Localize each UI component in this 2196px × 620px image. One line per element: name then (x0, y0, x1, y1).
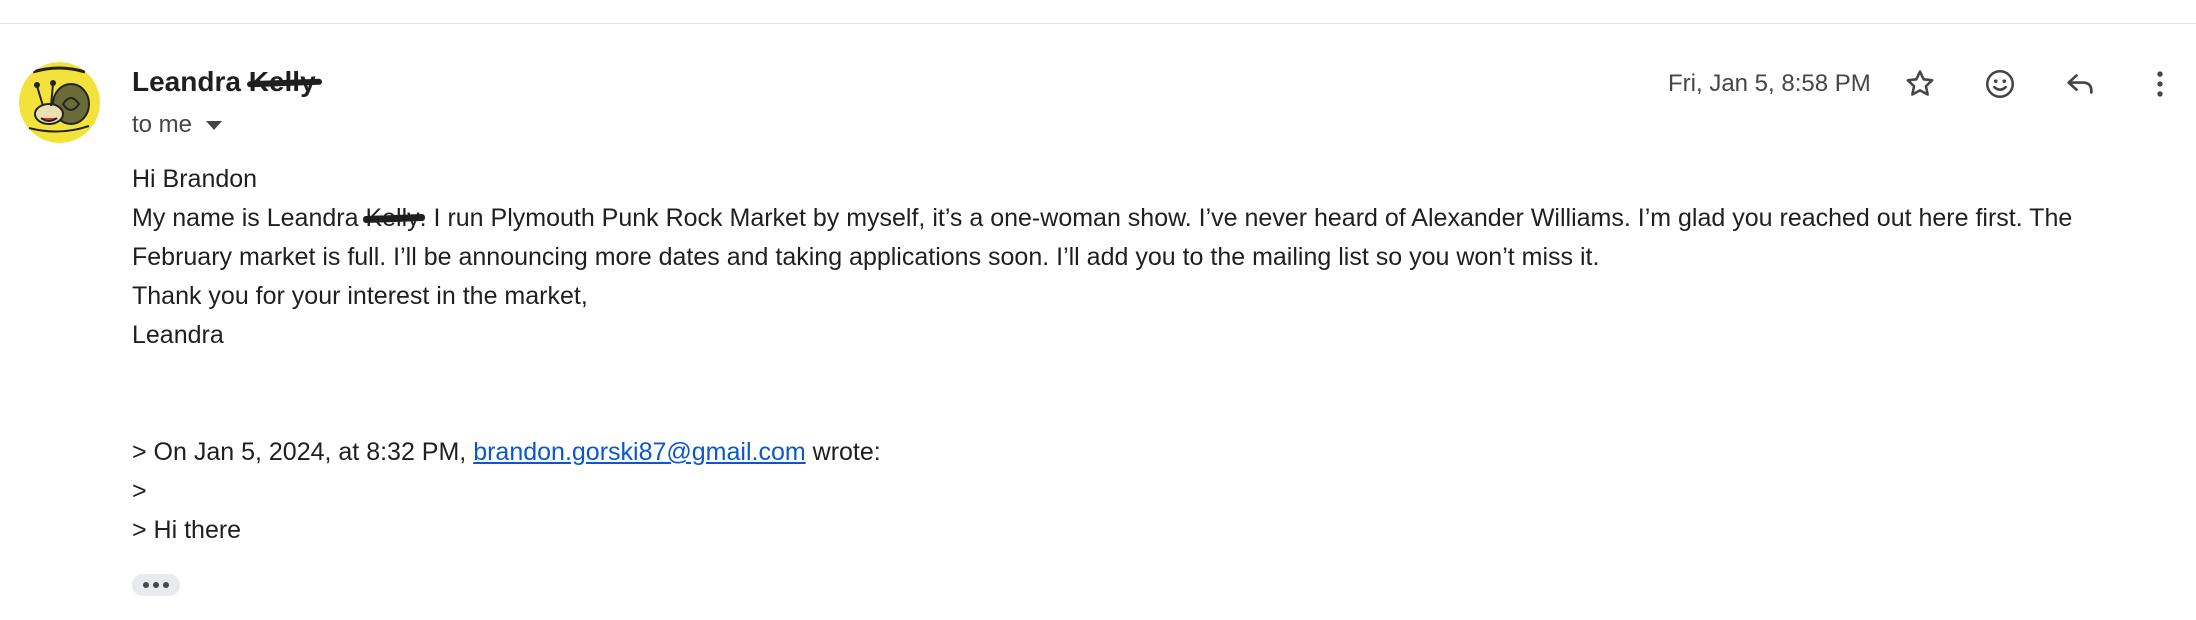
body-paragraph: My name is Leandra Kelly. I run Plymouth… (132, 199, 2172, 277)
ellipsis-dot-icon (153, 582, 159, 588)
sender-email-link[interactable]: brandon.gorski87@gmail.com (473, 438, 805, 466)
reply-icon (2067, 74, 2093, 94)
redacted-last-name: Kelly (248, 66, 316, 97)
quote-prefix: > On Jan 5, 2024, at 8:32 PM, (132, 438, 467, 466)
more-options-button[interactable] (2136, 60, 2184, 108)
sender-avatar[interactable] (19, 62, 100, 143)
quoted-message: > On Jan 5, 2024, at 8:32 PM, brandon.go… (132, 433, 881, 550)
show-trimmed-content-button[interactable] (132, 574, 180, 596)
thanks-line: Thank you for your interest in the marke… (132, 282, 588, 310)
quote-header-line: > On Jan 5, 2024, at 8:32 PM, brandon.go… (132, 433, 881, 472)
show-details-caret-icon[interactable] (206, 120, 223, 130)
sender-name[interactable]: Leandra Kelly (132, 66, 316, 98)
body-text-start: My name is Leandra (132, 204, 359, 232)
punk-snail-logo-icon (19, 62, 100, 143)
message-body: Hi Brandon My name is Leandra Kelly. I r… (132, 160, 2172, 355)
sender-first-name: Leandra (132, 66, 241, 97)
emoji-react-icon (1985, 69, 2015, 99)
ellipsis-dot-icon (143, 582, 149, 588)
quote-suffix: wrote: (812, 438, 881, 466)
more-vert-icon (2157, 71, 2163, 97)
recipient-details[interactable]: to me (132, 111, 223, 139)
greeting: Hi Brandon (132, 165, 258, 193)
star-icon (1906, 70, 1934, 96)
add-reaction-button[interactable] (1976, 60, 2024, 108)
recipient-label: to me (132, 111, 193, 138)
message-timestamp: Fri, Jan 5, 8:58 PM (1668, 70, 1871, 97)
ellipsis-dot-icon (163, 582, 169, 588)
redacted-last-name-inline: Kelly (365, 199, 419, 238)
quote-line-blank: > (132, 477, 147, 505)
star-button[interactable] (1896, 60, 1944, 108)
reply-button[interactable] (2056, 60, 2104, 108)
quote-line-greeting: > Hi there (132, 516, 242, 544)
top-divider (0, 23, 2196, 24)
signature: Leandra (132, 321, 224, 349)
